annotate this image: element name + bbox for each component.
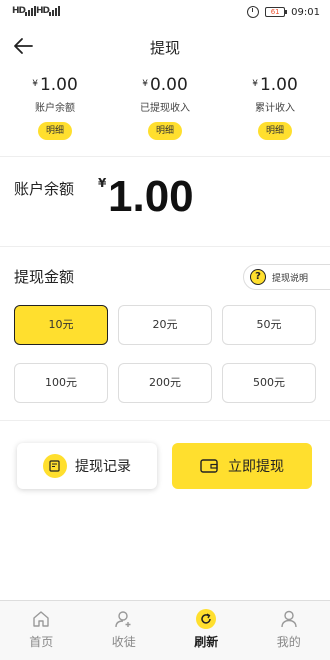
records-icon: [43, 454, 67, 478]
summary-total: ¥1.00 累计收入 明细: [220, 75, 330, 145]
tab-home[interactable]: 首页: [0, 601, 83, 660]
detail-button[interactable]: 明细: [257, 122, 292, 140]
summary-value: 0.00: [149, 75, 188, 95]
bottom-tab-bar: 首页 收徒 刷新 我的: [0, 600, 330, 660]
income-summary: ¥1.00 账户余额 明细 ¥0.00 已提现收入 明细 ¥1.00 累计收入 …: [0, 75, 330, 145]
amount-option-100[interactable]: 100元: [14, 363, 108, 403]
home-icon: [33, 611, 49, 627]
amount-option-500[interactable]: 500元: [222, 363, 316, 403]
amount-option-20[interactable]: 20元: [118, 305, 212, 345]
signal-icon: HD: [12, 6, 37, 18]
question-icon: ?: [250, 269, 266, 285]
withdraw-records-button[interactable]: 提现记录: [17, 443, 157, 489]
amount-option-200[interactable]: 200元: [118, 363, 212, 403]
refresh-icon: [196, 609, 217, 629]
summary-label: 累计收入: [255, 103, 295, 114]
amount-option-50[interactable]: 50元: [222, 305, 316, 345]
detail-button[interactable]: 明细: [37, 122, 72, 140]
wallet-icon: [200, 459, 218, 473]
balance-value: 1.00: [108, 172, 194, 221]
battery-icon: 61: [265, 7, 288, 17]
summary-label: 账户余额: [35, 103, 75, 114]
add-user-icon: [115, 611, 131, 628]
nav-bar: 提现: [0, 30, 330, 64]
amount-option-10[interactable]: 10元: [14, 305, 108, 345]
page-title: 提现: [149, 39, 180, 57]
divider: [0, 246, 330, 247]
divider: [0, 420, 330, 421]
profile-icon: [281, 610, 297, 628]
summary-value: 1.00: [259, 75, 298, 95]
summary-label: 已提现收入: [140, 103, 190, 114]
detail-button[interactable]: 明细: [147, 122, 182, 140]
signal-icon-2: HD: [36, 6, 61, 18]
tab-refresh[interactable]: 刷新: [165, 601, 248, 660]
status-time: 09:01: [291, 6, 320, 18]
withdraw-now-button[interactable]: 立即提现: [172, 443, 312, 489]
withdraw-help-button[interactable]: ? 提现说明: [243, 264, 330, 290]
tab-recruit[interactable]: 收徒: [83, 601, 166, 660]
alarm-icon: [247, 6, 260, 18]
summary-value: 1.00: [39, 75, 78, 95]
balance-label: 账户余额: [14, 180, 75, 198]
tab-profile[interactable]: 我的: [248, 601, 330, 660]
amount-title: 提现金额: [14, 268, 75, 286]
summary-withdrawn: ¥0.00 已提现收入 明细: [110, 75, 220, 145]
divider: [0, 156, 330, 157]
balance-currency: ¥: [98, 176, 107, 190]
summary-balance: ¥1.00 账户余额 明细: [0, 75, 110, 145]
status-bar: HD HD 61 09:01: [0, 0, 330, 24]
